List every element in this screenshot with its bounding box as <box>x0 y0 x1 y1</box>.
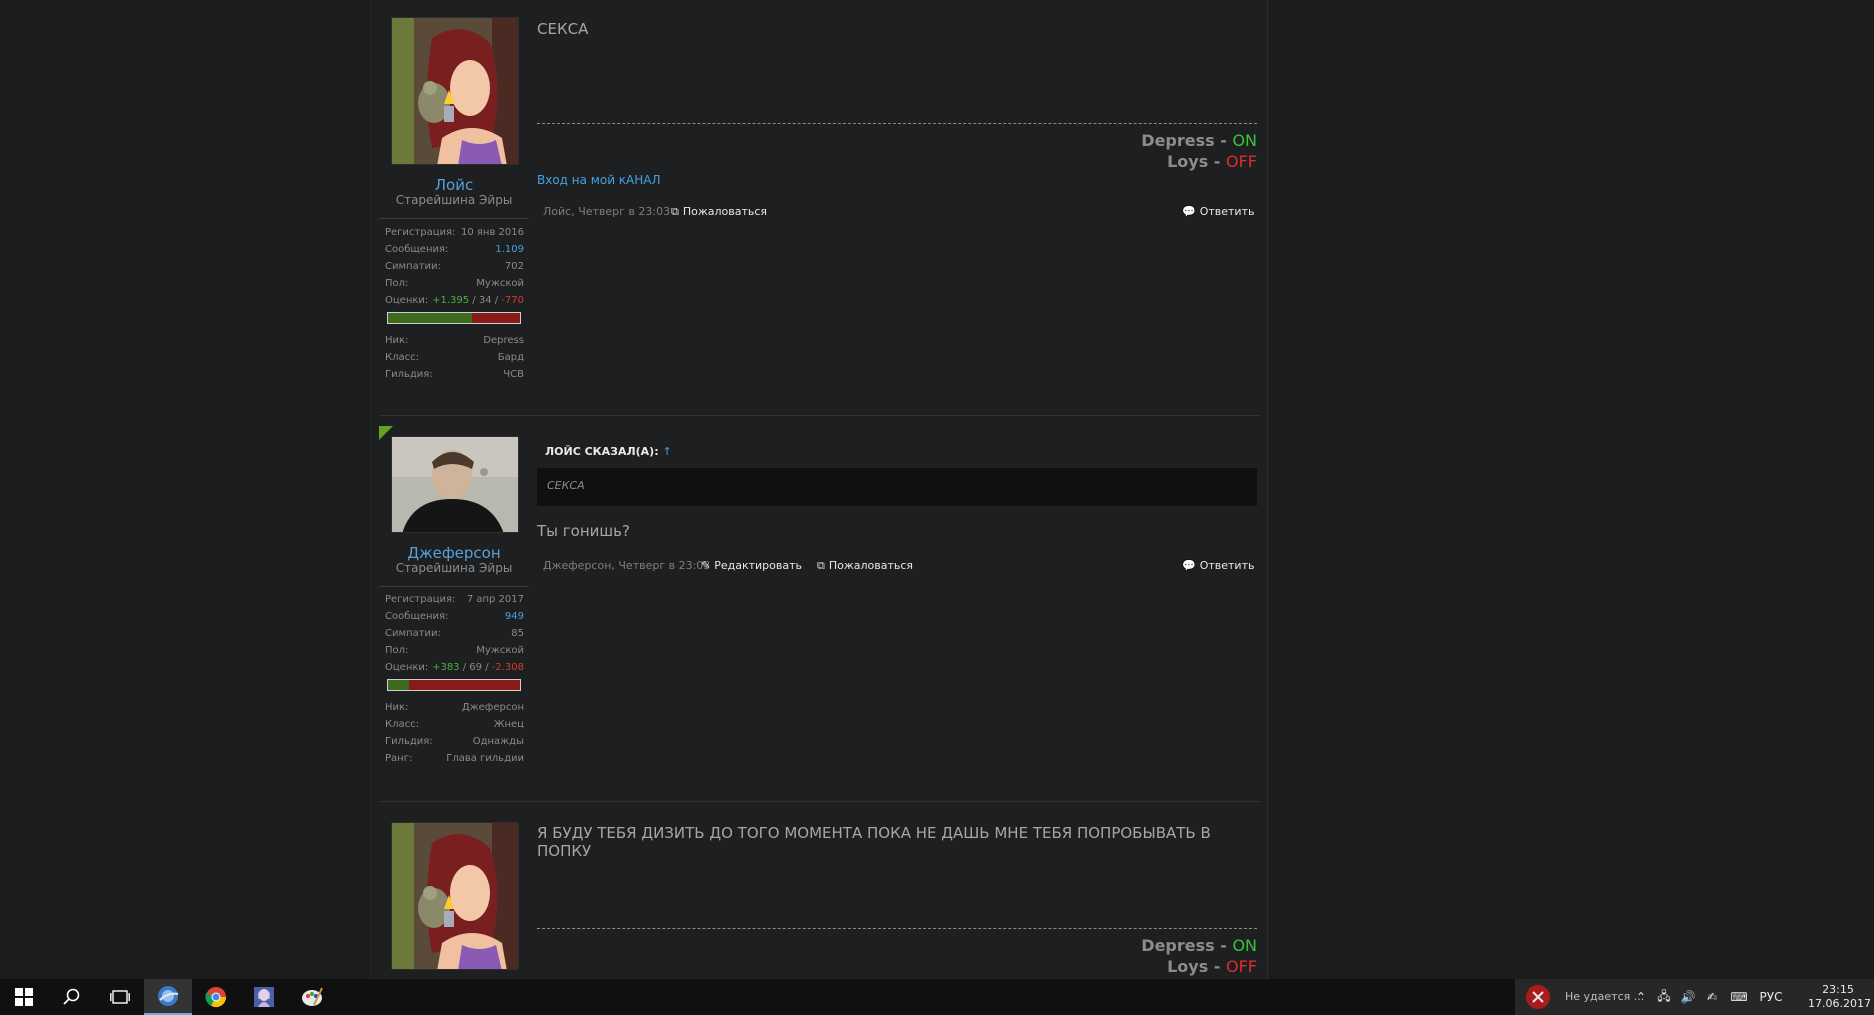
rating-bar <box>387 679 521 691</box>
quote-author[interactable]: ЛОЙС СКАЗАЛ(А): ↑ <box>545 445 672 458</box>
edit-button[interactable]: ✎ Редактировать <box>701 559 802 572</box>
windows-icon <box>15 988 33 1006</box>
stat-guild: Гильдия: ЧСВ <box>385 369 524 380</box>
chevron-up-icon[interactable]: ⌃ <box>1630 990 1652 1004</box>
pencil-icon: ✎ <box>701 559 711 572</box>
stat-rating: Оценки: +383 / 69 / -2.308 <box>385 662 524 673</box>
keyboard-icon[interactable]: ⌨ <box>1724 990 1754 1004</box>
avatar-cartoon-image <box>392 18 518 164</box>
post: Джеферсон Старейшина Эйры Регистрация: 7 … <box>379 426 1261 801</box>
stat-gender: Пол: Мужской <box>385 278 524 289</box>
system-tray: ⌃ 🖧 🔊 ✍ ⌨ РУС <box>1630 979 1788 1015</box>
messages-count-link[interactable]: 1.109 <box>495 244 524 255</box>
post: Я БУДУ ТЕБЯ ДИЗИТЬ ДО ТОГО МОМЕНТА ПОКА … <box>379 812 1261 979</box>
rating-bar-positive <box>388 680 410 690</box>
pen-icon[interactable]: ✍ <box>1700 990 1724 1004</box>
quote-block: СЕКСА <box>537 468 1257 506</box>
reply-button[interactable]: 💬 Ответить <box>1182 559 1254 572</box>
signature: Depress - ON Loys - OFF <box>1141 131 1257 171</box>
reply-icon: 💬 <box>1182 205 1196 218</box>
language-indicator[interactable]: РУС <box>1754 990 1788 1004</box>
post-divider <box>379 415 1261 416</box>
stat-likes: Симпатии: 702 <box>385 261 524 272</box>
stat-messages: Сообщения: 1.109 <box>385 244 524 255</box>
rating-bar <box>387 312 521 324</box>
stat-likes: Симпатии: 85 <box>385 628 524 639</box>
task-view-icon <box>110 990 130 1004</box>
messages-count-link[interactable]: 949 <box>505 611 524 622</box>
signature-divider <box>537 123 1257 124</box>
taskbar: Не удается ... ⌃ 🖧 🔊 ✍ ⌨ РУС 23:15 17.06… <box>0 979 1874 1015</box>
signature-divider <box>537 928 1257 929</box>
taskbar-app-browser[interactable] <box>144 979 192 1015</box>
message-text: Я БУДУ ТЕБЯ ДИЗИТЬ ДО ТОГО МОМЕНТА ПОКА … <box>537 824 1211 860</box>
reply-icon: 💬 <box>1182 559 1196 572</box>
quote-jump-icon[interactable]: ↑ <box>662 445 671 458</box>
search-button[interactable] <box>48 979 96 1015</box>
author-title: Старейшина Эйры <box>395 193 513 207</box>
message-text: СЕКСА <box>537 20 589 38</box>
post-meta[interactable]: Лойс, Четверг в 23:03 <box>543 205 670 218</box>
author-title: Старейшина Эйры <box>395 561 513 575</box>
avatar[interactable] <box>391 17 519 165</box>
post: Лойс Старейшина Эйры Регистрация: 10 янв … <box>379 0 1261 415</box>
message-body: Я БУДУ ТЕБЯ ДИЗИТЬ ДО ТОГО МОМЕНТА ПОКА … <box>537 812 1257 979</box>
stat-nick: Ник: Depress <box>385 335 524 346</box>
quote-text: СЕКСА <box>547 479 585 492</box>
divider <box>379 586 529 587</box>
stat-registration: Регистрация: 10 янв 2016 <box>385 227 524 238</box>
volume-icon[interactable]: 🔊 <box>1676 990 1700 1004</box>
report-button[interactable]: ⧉ Пожаловаться <box>817 559 913 573</box>
stat-guild: Гильдия: Однажды <box>385 736 524 747</box>
stat-messages: Сообщения: 949 <box>385 611 524 622</box>
start-button[interactable] <box>0 979 48 1015</box>
stat-rating: Оценки: +1.395 / 34 / -770 <box>385 295 524 306</box>
signature: Depress - ON Loys - OFF <box>1141 936 1257 976</box>
avatar-photo <box>392 437 518 532</box>
message-body: ЛОЙС СКАЗАЛ(А): ↑ СЕКСА Ты гонишь? Джефе… <box>537 426 1257 606</box>
network-icon[interactable]: 🖧 <box>1652 987 1676 1008</box>
avatar-cartoon-image <box>392 823 518 969</box>
paint-palette-icon <box>302 987 323 1006</box>
stat-class: Класс: Жнец <box>385 719 524 730</box>
clock-time: 23:15 <box>1822 983 1854 996</box>
stat-class: Класс: Бард <box>385 352 524 363</box>
stat-registration: Регистрация: 7 апр 2017 <box>385 594 524 605</box>
report-icon: ⧉ <box>671 205 679 218</box>
clock-date: 17.06.2017 <box>1808 997 1871 1010</box>
browser-globe-icon <box>158 986 179 1006</box>
channel-link[interactable]: Вход на мой кАНАЛ <box>537 173 661 187</box>
game-character-icon <box>254 987 274 1007</box>
report-icon: ⧉ <box>817 559 825 572</box>
message-body: СЕКСА Depress - ON Loys - OFF Вход на мо… <box>537 0 1257 230</box>
reply-button[interactable]: 💬 Ответить <box>1182 205 1254 218</box>
avatar[interactable] <box>391 436 519 533</box>
error-icon <box>1526 985 1550 1009</box>
author-name[interactable]: Лойс <box>379 176 529 194</box>
message-text: Ты гонишь? <box>537 522 630 540</box>
task-view-button[interactable] <box>96 979 144 1015</box>
stat-nick: Ник: Джеферсон <box>385 702 524 713</box>
stat-gender: Пол: Мужской <box>385 645 524 656</box>
search-icon <box>63 988 80 1005</box>
taskbar-app-game[interactable] <box>240 979 288 1015</box>
chrome-icon <box>205 987 227 1008</box>
screen: { "posts": [ { "author": "Лойс", "title"… <box>0 0 1874 1015</box>
rating-bar-positive <box>388 313 473 323</box>
author-name[interactable]: Джеферсон <box>379 544 529 562</box>
taskbar-app-paint[interactable] <box>288 979 336 1015</box>
post-meta[interactable]: Джеферсон, Четверг в 23:03 <box>543 559 710 572</box>
post-divider <box>379 801 1261 802</box>
divider <box>379 218 529 219</box>
avatar[interactable] <box>391 822 519 970</box>
forum-thread: Лойс Старейшина Эйры Регистрация: 10 янв … <box>370 0 1268 979</box>
taskbar-app-chrome[interactable] <box>192 979 240 1015</box>
report-button[interactable]: ⧉ Пожаловаться <box>671 205 767 219</box>
stat-rank: Ранг: Глава гильдии <box>385 753 524 764</box>
clock[interactable]: 23:15 17.06.2017 <box>1808 983 1871 1011</box>
